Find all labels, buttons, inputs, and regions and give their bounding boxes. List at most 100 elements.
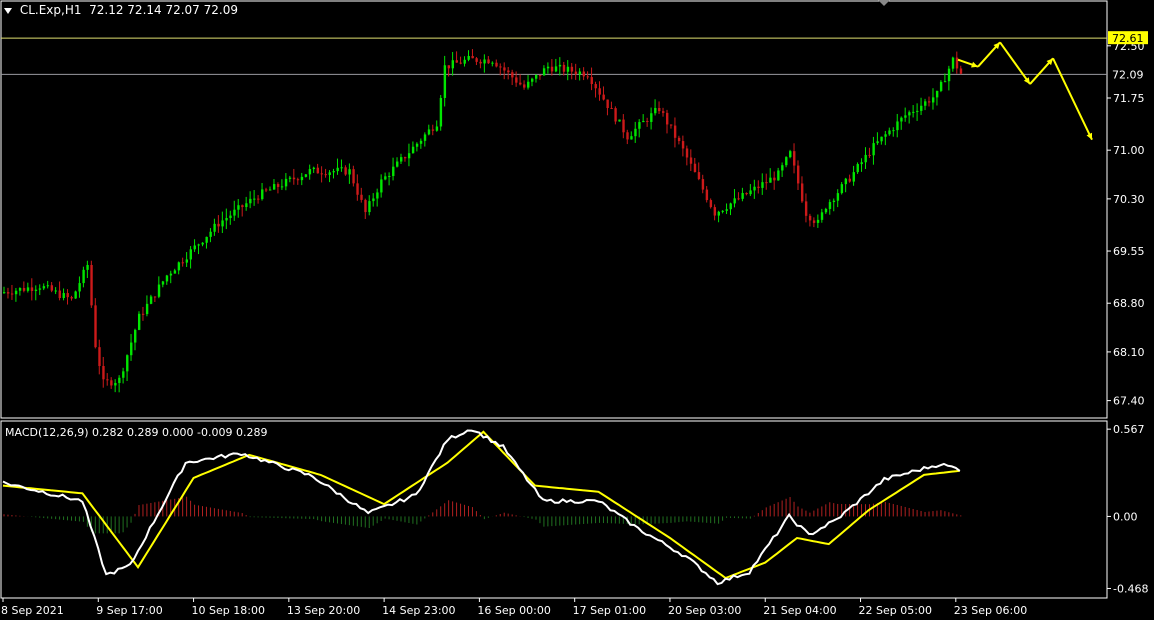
candle-body xyxy=(638,122,641,129)
candle-body xyxy=(229,215,232,218)
candle-body xyxy=(245,203,248,208)
candle-body xyxy=(86,264,89,270)
candle-body xyxy=(265,189,268,191)
candle-body xyxy=(725,209,728,211)
candle-body xyxy=(765,182,768,184)
chart-canvas: 72.5071.7571.0070.3069.5568.8068.1067.40… xyxy=(0,0,1154,620)
candle-body xyxy=(590,77,593,85)
candle-body xyxy=(360,194,363,200)
collapse-triangle-icon[interactable] xyxy=(4,7,12,14)
candle-body xyxy=(515,77,518,83)
candle-body xyxy=(777,170,780,181)
candle-body xyxy=(546,66,550,69)
candle-body xyxy=(209,231,212,237)
time-tick-label: 16 Sep 00:00 xyxy=(477,604,550,617)
candle-body xyxy=(14,290,18,295)
candle-body xyxy=(844,178,848,185)
candle-body xyxy=(793,151,796,166)
candle-body xyxy=(153,296,157,298)
candle-body xyxy=(769,177,772,183)
candle-body xyxy=(78,283,81,292)
time-tick-label: 21 Sep 04:00 xyxy=(763,604,836,617)
candle-body xyxy=(594,84,597,89)
candle-body xyxy=(423,134,427,141)
candle-body xyxy=(527,81,530,88)
candle-body xyxy=(336,167,339,172)
candle-body xyxy=(483,59,486,64)
candle-body xyxy=(38,288,42,290)
candle-body xyxy=(280,186,284,188)
candle xyxy=(74,290,77,299)
candle-body xyxy=(161,281,165,285)
candle-body xyxy=(372,198,375,202)
candle-body xyxy=(356,183,359,195)
candle-body xyxy=(42,286,46,289)
candle-body xyxy=(261,189,264,200)
candle-body xyxy=(169,273,173,276)
candle-body xyxy=(431,129,435,131)
candle-body xyxy=(872,143,875,156)
candle-body xyxy=(836,193,840,201)
candle-body xyxy=(217,223,220,227)
candle-body xyxy=(920,105,923,111)
candle-body xyxy=(471,55,474,59)
candle-body xyxy=(868,154,871,156)
candle-body xyxy=(324,174,327,176)
candle-body xyxy=(864,154,867,163)
candle-body xyxy=(939,81,943,91)
candle-body xyxy=(753,186,756,191)
candle-body xyxy=(340,167,343,169)
candle-body xyxy=(673,125,677,138)
candle-body xyxy=(320,173,323,175)
candle-body xyxy=(884,134,887,137)
candle-body xyxy=(407,153,411,159)
candle-body xyxy=(876,141,879,144)
candle-body xyxy=(693,163,697,173)
candle-body xyxy=(205,236,208,243)
candle-body xyxy=(824,208,828,213)
candle-body xyxy=(288,177,292,179)
time-tick-label: 23 Sep 06:00 xyxy=(954,604,1027,617)
candle-body xyxy=(62,293,65,299)
candle-body xyxy=(364,199,367,213)
candle-body xyxy=(955,57,959,69)
candle-body xyxy=(145,303,149,315)
time-tick-label: 8 Sep 2021 xyxy=(1,604,64,617)
candle-body xyxy=(193,245,196,250)
candle-body xyxy=(622,119,625,133)
candle-body xyxy=(392,166,395,177)
price-tick-label: 71.75 xyxy=(1113,92,1145,105)
candle-body xyxy=(630,136,633,140)
candle-body xyxy=(376,192,379,199)
candle-body xyxy=(931,97,935,103)
candle-body xyxy=(574,71,578,75)
candle-body xyxy=(30,287,34,291)
candle-body xyxy=(626,132,629,140)
candle-body xyxy=(721,210,724,212)
candle-body xyxy=(951,57,955,69)
candle-body xyxy=(928,101,931,103)
candle-body xyxy=(213,223,216,232)
candle xyxy=(939,80,943,93)
candle-body xyxy=(741,193,744,199)
candle-body xyxy=(177,262,181,271)
candle-body xyxy=(233,209,236,216)
candle-body xyxy=(642,120,645,123)
candle-body xyxy=(800,183,804,202)
candle-body xyxy=(249,198,252,204)
candle-body xyxy=(411,146,415,154)
candle-body xyxy=(491,62,494,64)
symbol-label: CL.Exp,H1 xyxy=(19,3,82,17)
candle-body xyxy=(745,193,748,195)
candle-body xyxy=(400,157,403,162)
candle-body xyxy=(606,99,609,109)
candle-body xyxy=(542,68,546,76)
candle-body xyxy=(463,59,466,64)
candle-body xyxy=(705,189,709,201)
candle-body xyxy=(852,172,855,182)
candle-body xyxy=(74,291,77,299)
candle-body xyxy=(296,179,300,181)
candle-body xyxy=(479,61,482,64)
candle-body xyxy=(757,186,760,188)
candle-body xyxy=(773,177,776,181)
